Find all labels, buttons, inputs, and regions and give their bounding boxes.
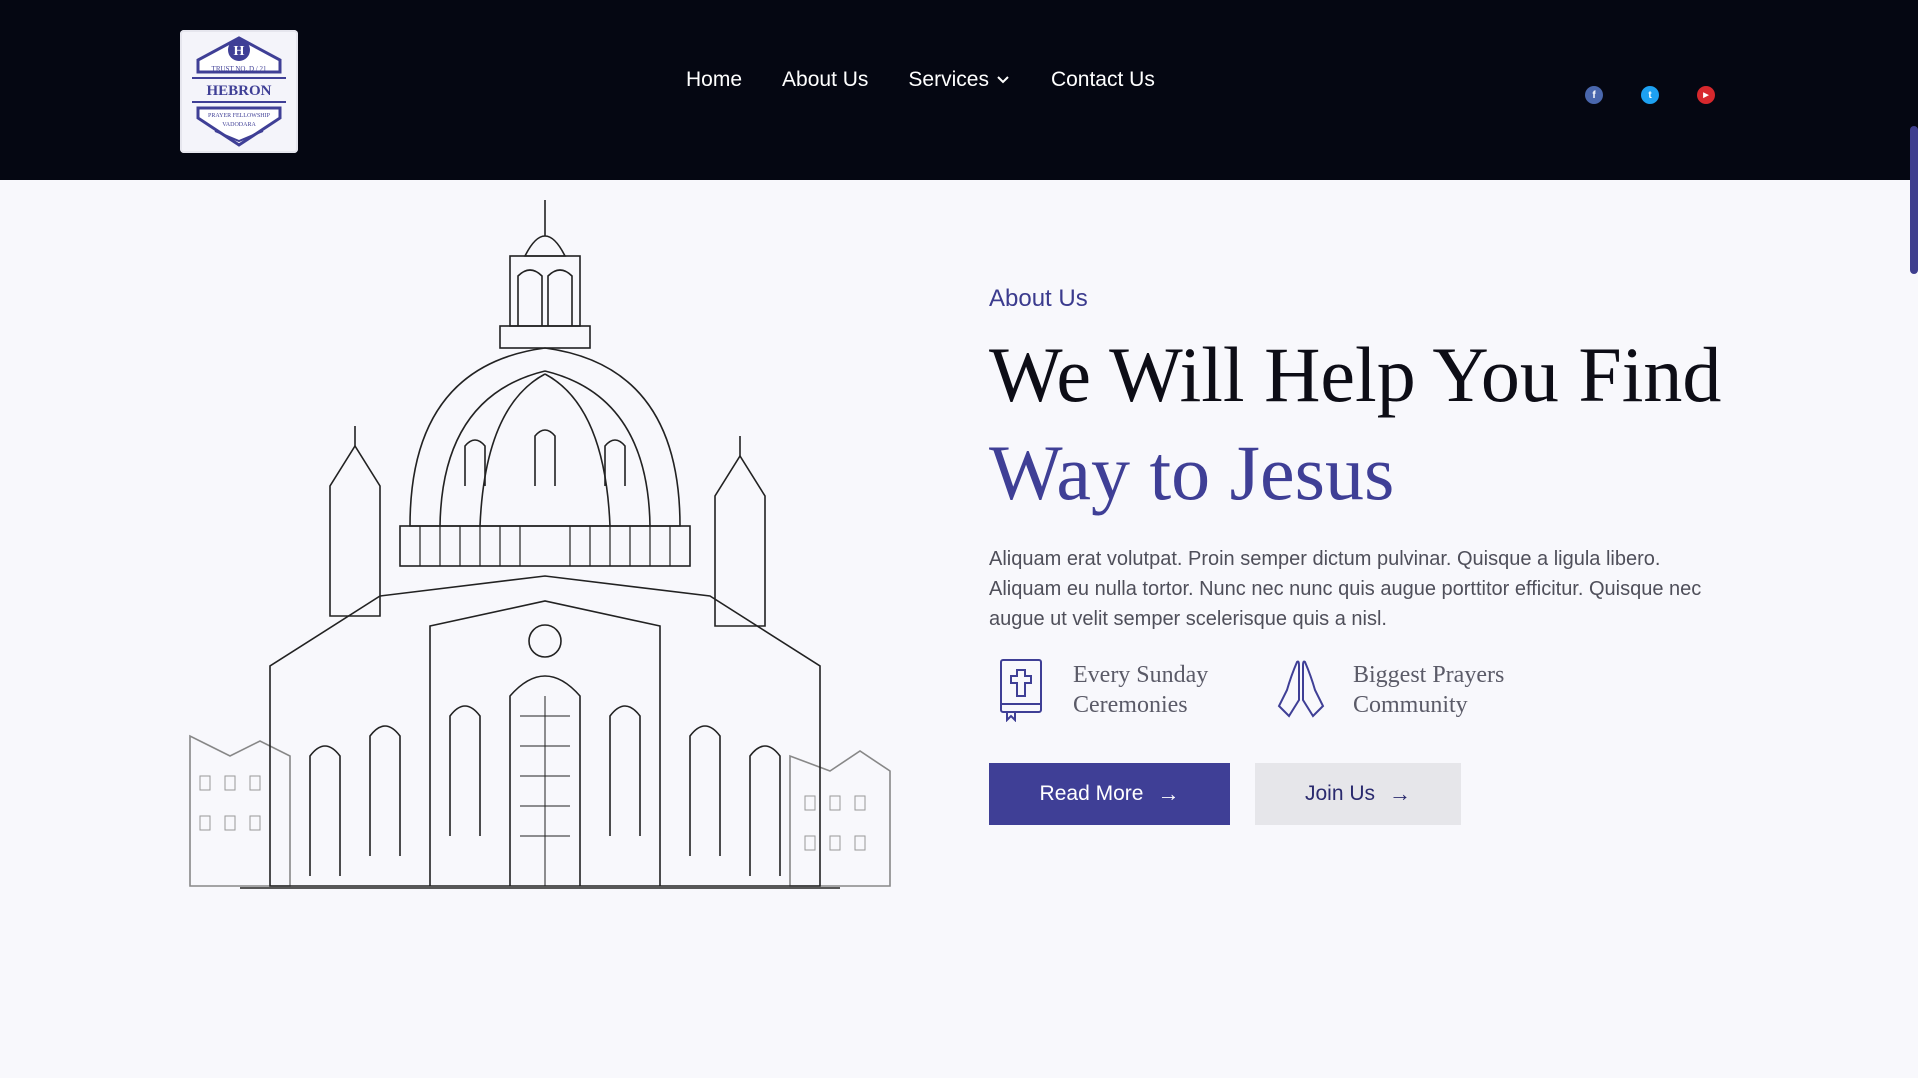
- logo-name: HEBRON: [206, 83, 271, 99]
- feature-prayers-community: Biggest Prayers Community: [1275, 656, 1523, 722]
- scrollbar-thumb[interactable]: [1910, 126, 1918, 274]
- headline-line-2: Way to Jesus: [989, 429, 1395, 516]
- nav-about[interactable]: About Us: [782, 68, 868, 92]
- praying-hands-icon: [1277, 660, 1325, 718]
- headline-line-1: We Will Help You Find: [989, 331, 1722, 418]
- youtube-glyph: ▶: [1703, 92, 1709, 99]
- bible-icon: [1000, 659, 1042, 722]
- arrow-right-icon: →: [1389, 781, 1412, 806]
- logo-emblem: H TRUST NO. D / 21 HEBRON PRAYER FELLOWS…: [192, 36, 286, 147]
- logo-letter: H: [234, 44, 245, 59]
- twitter-glyph: t: [1648, 89, 1652, 101]
- join-us-button[interactable]: Join Us →: [1255, 763, 1461, 825]
- nav-contact-label: Contact Us: [1050, 68, 1155, 91]
- arrow-right-icon: →: [1157, 781, 1180, 806]
- youtube-icon[interactable]: ▶: [1697, 86, 1715, 104]
- join-us-label: Join Us: [1304, 782, 1376, 805]
- twitter-icon[interactable]: t: [1641, 86, 1659, 104]
- facebook-icon[interactable]: f: [1585, 86, 1603, 104]
- feature-label: Biggest Prayers Community: [1353, 662, 1505, 718]
- nav-about-label: About Us: [782, 68, 869, 91]
- section-eyebrow: About Us: [989, 285, 1088, 312]
- feature-sunday-ceremonies: Every Sunday Ceremonies: [995, 656, 1243, 722]
- social-links: f t ▶: [1585, 86, 1753, 104]
- nav-contact[interactable]: Contact Us: [1051, 68, 1155, 92]
- main-nav: Home About Us Services Contact Us: [686, 62, 1195, 98]
- nav-services-label: Services: [908, 68, 989, 91]
- feature-label: Every Sunday Ceremonies: [1073, 662, 1209, 718]
- read-more-button[interactable]: Read More →: [989, 763, 1230, 825]
- logo-city: VADODARA: [222, 122, 256, 128]
- logo-tagline: PRAYER FELLOWSHIP: [208, 113, 271, 119]
- nav-home-label: Home: [686, 68, 743, 91]
- site-header: H TRUST NO. D / 21 HEBRON PRAYER FELLOWS…: [0, 0, 1918, 180]
- nav-home[interactable]: Home: [686, 68, 742, 92]
- nav-services[interactable]: Services: [908, 68, 1011, 92]
- site-logo[interactable]: H TRUST NO. D / 21 HEBRON PRAYER FELLOWS…: [180, 30, 298, 153]
- chevron-down-icon: [997, 76, 1009, 84]
- logo-trust-number: TRUST NO. D / 21: [212, 65, 267, 73]
- facebook-glyph: f: [1592, 89, 1596, 101]
- about-description: Aliquam erat volutpat. Proin semper dict…: [989, 548, 1702, 630]
- church-illustration: [189, 200, 891, 889]
- read-more-label: Read More: [1039, 782, 1144, 805]
